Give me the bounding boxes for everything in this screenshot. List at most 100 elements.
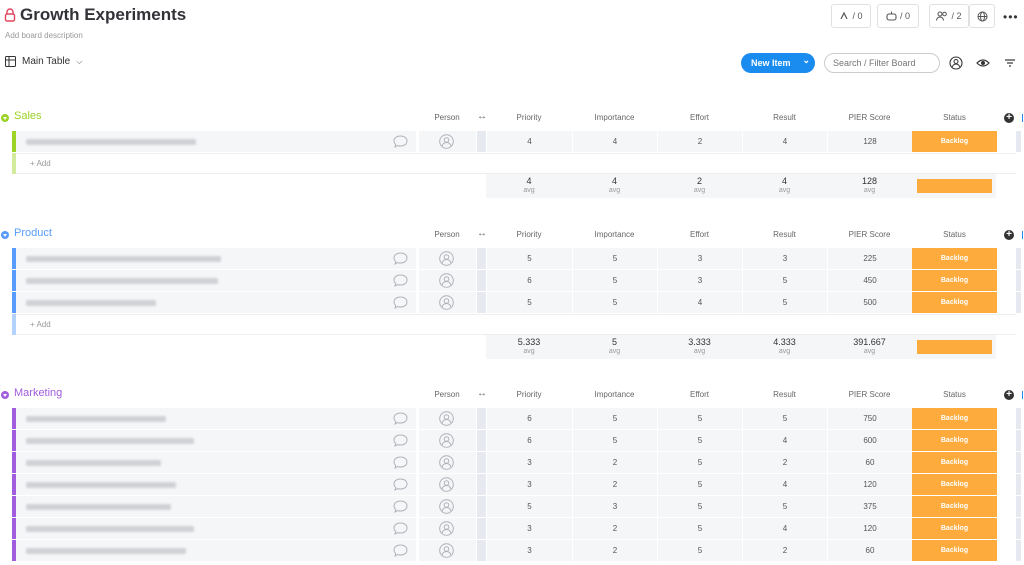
column-header-result[interactable]: Result xyxy=(742,113,827,122)
person-avatar-icon[interactable] xyxy=(439,521,454,536)
share-button[interactable] xyxy=(969,4,995,28)
chevron-down-icon[interactable]: ⌄ xyxy=(802,55,810,66)
add-column-icon[interactable]: + xyxy=(1004,230,1014,240)
priority-cell[interactable]: 5 xyxy=(486,248,572,269)
importance-cell[interactable]: 3 xyxy=(572,496,657,517)
result-cell[interactable]: 5 xyxy=(742,496,827,517)
group-name[interactable]: Marketing xyxy=(14,387,62,399)
status-badge[interactable]: Backlog xyxy=(912,248,997,269)
column-header-person[interactable]: Person xyxy=(418,390,476,399)
importance-cell[interactable]: 5 xyxy=(572,408,657,429)
person-avatar-icon[interactable] xyxy=(439,543,454,558)
pier-cell[interactable]: 500 xyxy=(827,292,912,313)
effort-cell[interactable]: 3 xyxy=(657,248,742,269)
add-column-icon[interactable]: + xyxy=(1004,113,1014,123)
board-title[interactable]: Growth Experiments xyxy=(20,5,186,25)
effort-cell[interactable]: 2 xyxy=(657,131,742,152)
table-row[interactable]: 5 3 5 5 375 Backlog xyxy=(0,496,1024,518)
result-cell[interactable]: 5 xyxy=(742,408,827,429)
column-header-status[interactable]: Status xyxy=(912,113,997,122)
integrations-button[interactable]: / 0 xyxy=(877,4,919,28)
chat-bubble-icon[interactable] xyxy=(393,500,408,513)
add-column-icon[interactable]: + xyxy=(1004,390,1014,400)
column-header-importance[interactable]: Importance xyxy=(572,390,657,399)
collapse-toggle-icon[interactable] xyxy=(1,114,9,122)
priority-cell[interactable]: 6 xyxy=(486,270,572,291)
column-header-pier[interactable]: PIER Score xyxy=(827,113,912,122)
table-row[interactable]: 6 5 5 4 600 Backlog xyxy=(0,430,1024,452)
column-header-effort[interactable]: Effort xyxy=(657,113,742,122)
pier-cell[interactable]: 600 xyxy=(827,430,912,451)
priority-cell[interactable]: 6 xyxy=(486,408,572,429)
search-input[interactable] xyxy=(824,53,940,73)
chat-bubble-icon[interactable] xyxy=(393,434,408,447)
table-row[interactable]: 4 4 2 4 128 Backlog xyxy=(0,131,1024,153)
column-header-status[interactable]: Status xyxy=(912,230,997,239)
importance-cell[interactable]: 5 xyxy=(572,248,657,269)
priority-cell[interactable]: 5 xyxy=(486,496,572,517)
pier-cell[interactable]: 750 xyxy=(827,408,912,429)
priority-cell[interactable]: 3 xyxy=(486,474,572,495)
resize-arrows-icon[interactable]: ↔ xyxy=(477,228,487,239)
chat-bubble-icon[interactable] xyxy=(393,478,408,491)
group-name[interactable]: Sales xyxy=(14,110,42,122)
importance-cell[interactable]: 5 xyxy=(572,270,657,291)
resize-arrows-icon[interactable]: ↔ xyxy=(477,388,487,399)
pier-cell[interactable]: 225 xyxy=(827,248,912,269)
person-avatar-icon[interactable] xyxy=(439,134,454,149)
importance-cell[interactable]: 2 xyxy=(572,518,657,539)
person-avatar-icon[interactable] xyxy=(439,455,454,470)
effort-cell[interactable]: 5 xyxy=(657,540,742,561)
priority-cell[interactable]: 3 xyxy=(486,540,572,561)
pier-cell[interactable]: 128 xyxy=(827,131,912,152)
new-item-button[interactable]: New Item ⌄ xyxy=(741,53,815,73)
add-item-input[interactable]: + Add xyxy=(16,153,486,174)
status-badge[interactable]: Backlog xyxy=(912,496,997,517)
status-badge[interactable]: Backlog xyxy=(912,270,997,291)
collapse-toggle-icon[interactable] xyxy=(1,231,9,239)
person-avatar-icon[interactable] xyxy=(439,251,454,266)
result-cell[interactable]: 3 xyxy=(742,248,827,269)
column-header-importance[interactable]: Importance xyxy=(572,230,657,239)
pier-cell[interactable]: 120 xyxy=(827,474,912,495)
column-header-person[interactable]: Person xyxy=(418,113,476,122)
table-row[interactable]: 5 5 3 3 225 Backlog xyxy=(0,248,1024,270)
effort-cell[interactable]: 5 xyxy=(657,452,742,473)
effort-cell[interactable]: 5 xyxy=(657,474,742,495)
pier-cell[interactable]: 375 xyxy=(827,496,912,517)
table-row[interactable]: 3 2 5 4 120 Backlog xyxy=(0,474,1024,496)
person-avatar-icon[interactable] xyxy=(439,477,454,492)
result-cell[interactable]: 4 xyxy=(742,430,827,451)
status-badge[interactable]: Backlog xyxy=(912,131,997,152)
column-header-person[interactable]: Person xyxy=(418,230,476,239)
importance-cell[interactable]: 4 xyxy=(572,131,657,152)
importance-cell[interactable]: 2 xyxy=(572,474,657,495)
column-header-effort[interactable]: Effort xyxy=(657,390,742,399)
pier-cell[interactable]: 450 xyxy=(827,270,912,291)
effort-cell[interactable]: 5 xyxy=(657,518,742,539)
column-header-pier[interactable]: PIER Score xyxy=(827,230,912,239)
effort-cell[interactable]: 5 xyxy=(657,496,742,517)
chat-bubble-icon[interactable] xyxy=(393,252,408,265)
view-selector[interactable]: Main Table ⌵ xyxy=(5,56,82,67)
members-button[interactable]: / 2 xyxy=(929,4,969,28)
priority-cell[interactable]: 3 xyxy=(486,452,572,473)
chat-bubble-icon[interactable] xyxy=(393,412,408,425)
status-badge[interactable]: Backlog xyxy=(912,452,997,473)
status-badge[interactable]: Backlog xyxy=(912,292,997,313)
column-header-result[interactable]: Result xyxy=(742,230,827,239)
group-name[interactable]: Product xyxy=(14,227,52,239)
table-row[interactable]: 3 2 5 4 120 Backlog xyxy=(0,518,1024,540)
status-badge[interactable]: Backlog xyxy=(912,518,997,539)
add-item-row[interactable]: + Add xyxy=(0,153,1024,174)
importance-cell[interactable]: 2 xyxy=(572,452,657,473)
result-cell[interactable]: 5 xyxy=(742,270,827,291)
chat-bubble-icon[interactable] xyxy=(393,296,408,309)
priority-cell[interactable]: 3 xyxy=(486,518,572,539)
column-header-status[interactable]: Status xyxy=(912,390,997,399)
person-avatar-icon[interactable] xyxy=(439,499,454,514)
column-header-pier[interactable]: PIER Score xyxy=(827,390,912,399)
filter-icon[interactable] xyxy=(1003,56,1017,70)
person-filter-icon[interactable] xyxy=(949,56,963,70)
importance-cell[interactable]: 5 xyxy=(572,292,657,313)
